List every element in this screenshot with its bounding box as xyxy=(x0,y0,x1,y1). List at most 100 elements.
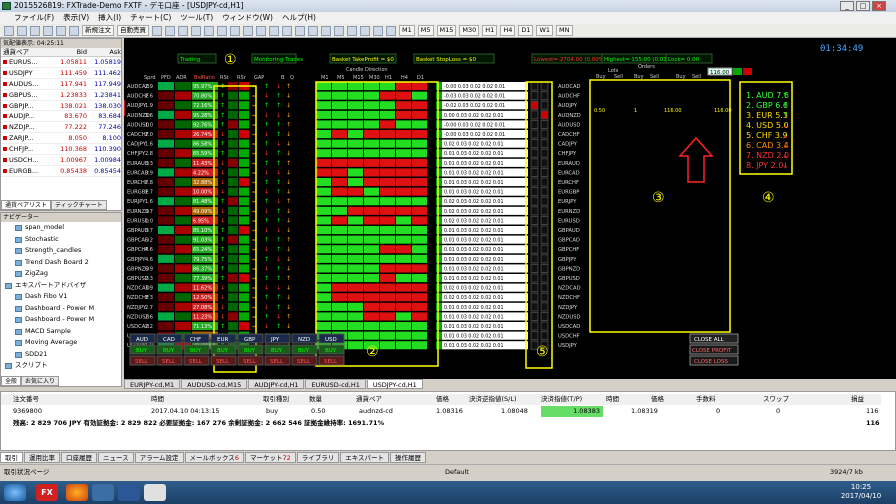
tab-mailbox[interactable]: メールボックス6 xyxy=(184,452,244,463)
order-buy-indicator[interactable] xyxy=(530,187,539,197)
navigator-item[interactable]: ZigZag xyxy=(1,268,121,280)
order-sell-indicator[interactable] xyxy=(540,311,549,321)
navigator-item[interactable]: Stochastic xyxy=(1,234,121,246)
label-tool-icon[interactable] xyxy=(386,25,396,36)
chart-tab-active[interactable]: USDJPY-cd,H1 xyxy=(366,379,423,389)
navigator-item[interactable]: エキスパートアドバイザ xyxy=(1,280,121,292)
market-watch-row[interactable]: NZDJP... 77.222 77.246 xyxy=(1,122,121,134)
tab-trade[interactable]: 取引 xyxy=(0,452,23,463)
tab-experts[interactable]: エキスパート xyxy=(340,452,390,463)
market-watch-row[interactable]: ZARJP... 8.050 8.100 xyxy=(1,133,121,145)
timeframe-h4[interactable]: H4 xyxy=(500,25,516,36)
order-buy-indicator[interactable] xyxy=(530,177,539,187)
navigator-item[interactable]: span_model xyxy=(1,222,121,234)
navigator-item[interactable]: Strength_candles xyxy=(1,245,121,257)
horizontal-line-icon[interactable] xyxy=(321,25,331,36)
order-sell-indicator[interactable] xyxy=(540,215,549,225)
order-buy-indicator[interactable] xyxy=(530,158,539,168)
navigator-item[interactable]: Trend Dash Board 2 xyxy=(1,257,121,269)
autoscroll-icon[interactable] xyxy=(230,25,240,36)
order-sell-indicator[interactable] xyxy=(540,292,549,302)
order-sell-indicator[interactable] xyxy=(540,148,549,158)
order-sell-indicator[interactable] xyxy=(540,81,549,91)
timeframe-m30[interactable]: M30 xyxy=(459,25,480,36)
navigator-item[interactable]: スクリプト xyxy=(1,360,121,372)
trendline-icon[interactable] xyxy=(334,25,344,36)
order-buy-indicator[interactable] xyxy=(530,119,539,130)
chart-tab[interactable]: AUDUSD-cd,M15 xyxy=(181,379,248,389)
timeframe-mn[interactable]: MN xyxy=(556,25,573,36)
market-watch-row[interactable]: AUDJP... 83.670 83.684 xyxy=(1,111,121,123)
clock[interactable]: 10:25 2017/04/10 xyxy=(836,483,886,501)
chart-tab[interactable]: EURUSD-cd,H1 xyxy=(305,379,366,389)
order-buy-indicator[interactable] xyxy=(530,263,539,273)
profiles-icon[interactable] xyxy=(17,25,27,36)
order-sell-indicator[interactable] xyxy=(540,206,549,216)
order-sell-indicator[interactable] xyxy=(540,129,549,139)
tab-symbols[interactable]: 通貨ペアリスト xyxy=(1,200,52,210)
text-tool-icon[interactable] xyxy=(373,25,383,36)
chart-tab[interactable]: EURJPY-cd,M1 xyxy=(124,379,181,389)
navigator-item[interactable]: MACD Sample xyxy=(1,326,121,338)
order-buy-indicator[interactable] xyxy=(530,100,539,110)
order-buy-indicator[interactable] xyxy=(530,167,539,177)
terminal-icon[interactable] xyxy=(69,25,79,36)
navigator-item[interactable]: Dash Fibo V1 xyxy=(1,291,121,303)
order-sell-indicator[interactable] xyxy=(540,321,549,331)
order-buy-indicator[interactable] xyxy=(530,91,539,101)
tile-windows-icon[interactable] xyxy=(217,25,227,36)
zoom-out-icon[interactable] xyxy=(204,25,214,36)
tab-favorites[interactable]: お気に入り xyxy=(21,376,60,386)
chart-tab[interactable]: AUDJPY-cd,H1 xyxy=(248,379,305,389)
order-row[interactable]: 9369800 2017.04.10 04:13:15 buy 0.50 aud… xyxy=(1,406,881,417)
market-watch-row[interactable]: GBPJP... 138.021 138.030 xyxy=(1,101,121,112)
order-sell-indicator[interactable] xyxy=(540,187,549,197)
tab-journal[interactable]: 操作履歴 xyxy=(390,452,427,463)
order-sell-indicator[interactable] xyxy=(540,100,549,110)
word-icon[interactable] xyxy=(118,484,140,501)
start-button[interactable] xyxy=(4,484,26,501)
menu-chart[interactable]: チャート(C) xyxy=(130,12,171,24)
order-sell-indicator[interactable] xyxy=(540,91,549,101)
order-sell-indicator[interactable] xyxy=(540,263,549,273)
order-buy-indicator[interactable] xyxy=(530,244,539,254)
order-sell-indicator[interactable] xyxy=(540,283,549,293)
auto-trading-button[interactable]: 自動売買 xyxy=(117,25,149,36)
order-buy-indicator[interactable] xyxy=(530,302,539,312)
order-buy-indicator[interactable] xyxy=(530,139,539,149)
candle-chart-icon[interactable] xyxy=(165,25,175,36)
order-buy-indicator[interactable] xyxy=(530,331,539,341)
timeframe-m5[interactable]: M5 xyxy=(417,25,434,36)
close-button[interactable]: × xyxy=(872,1,886,11)
market-watch-row[interactable]: USDJPY 111.459 111.462 xyxy=(1,68,121,79)
fibonacci-icon[interactable] xyxy=(360,25,370,36)
lots-dec-button[interactable] xyxy=(743,68,752,75)
navigator-item[interactable]: Dashboard - Power M xyxy=(1,314,121,326)
menu-help[interactable]: ヘルプ(H) xyxy=(282,12,316,24)
order-buy-indicator[interactable] xyxy=(530,129,539,139)
bar-chart-icon[interactable] xyxy=(152,25,162,36)
order-buy-indicator[interactable] xyxy=(530,292,539,302)
order-buy-indicator[interactable] xyxy=(530,235,539,245)
order-sell-indicator[interactable] xyxy=(540,177,549,187)
tab-alerts[interactable]: アラーム設定 xyxy=(134,452,184,463)
timeframe-d1[interactable]: D1 xyxy=(518,25,534,36)
timeframe-m15[interactable]: M15 xyxy=(436,25,457,36)
timeframe-w1[interactable]: W1 xyxy=(536,25,554,36)
order-sell-indicator[interactable] xyxy=(540,119,549,130)
navigator-item[interactable]: Moving Average xyxy=(1,337,121,349)
market-watch-row[interactable]: AUDUS... 117.941 117.949 xyxy=(1,79,121,90)
market-watch-row[interactable]: USDCH... 1.00967 1.00984 xyxy=(1,155,121,166)
menu-insert[interactable]: 挿入(I) xyxy=(98,12,121,24)
order-sell-indicator[interactable] xyxy=(540,331,549,341)
menu-tools[interactable]: ツール(T) xyxy=(180,12,213,24)
order-buy-indicator[interactable] xyxy=(530,196,539,206)
menu-view[interactable]: 表示(V) xyxy=(63,12,89,24)
tab-library[interactable]: ライブラリ xyxy=(296,452,340,463)
order-sell-indicator[interactable] xyxy=(540,235,549,245)
explorer-icon[interactable] xyxy=(92,484,114,501)
navigator-item[interactable]: SDD21 xyxy=(1,349,121,361)
order-buy-indicator[interactable] xyxy=(530,321,539,331)
line-chart-icon[interactable] xyxy=(178,25,188,36)
menu-file[interactable]: ファイル(F) xyxy=(14,12,54,24)
